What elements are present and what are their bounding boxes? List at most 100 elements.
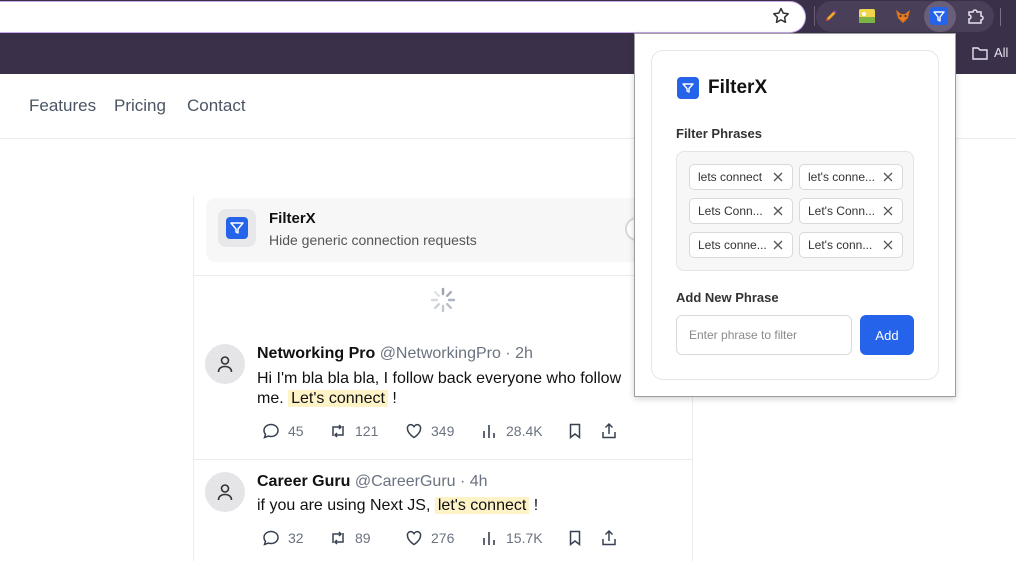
tweet-actions: 32 89 276 15.7K	[262, 529, 618, 547]
close-icon[interactable]	[772, 171, 784, 183]
bookmark-button[interactable]	[566, 529, 600, 547]
heart-icon	[406, 423, 422, 439]
divider	[193, 275, 693, 276]
phrase-chip-label: Let's Conn...	[808, 204, 875, 218]
share-button[interactable]	[600, 529, 618, 547]
tweet-text: if you are using Next JS, let's connect …	[257, 496, 538, 516]
tweet-text: Hi I'm bla bla bla, I follow back everyo…	[257, 369, 621, 409]
puzzle-icon[interactable]	[966, 6, 986, 26]
retweet-icon	[332, 424, 344, 438]
fox-icon[interactable]	[893, 6, 913, 26]
tweet-text-suffix: !	[392, 390, 397, 407]
retweet-button[interactable]: 121	[329, 422, 405, 440]
phrase-input[interactable]	[676, 315, 852, 355]
phrase-chip-label: let's conne...	[808, 170, 875, 184]
divider	[193, 459, 693, 460]
tweet-header: Networking Pro @NetworkingPro · 2h	[257, 345, 533, 363]
share-button[interactable]	[600, 422, 618, 440]
retweet-button[interactable]: 89	[329, 529, 405, 547]
highlighted-phrase: let's connect	[434, 497, 530, 514]
nav-link-contact[interactable]: Contact	[187, 96, 246, 116]
tweet-actions: 45 121 349 28.4K	[262, 422, 618, 440]
popup-title: FilterX	[708, 77, 768, 98]
views-button[interactable]: 15.7K	[480, 529, 566, 547]
banner-subtitle: Hide generic connection requests	[269, 232, 477, 248]
filter-phrases-label: Filter Phrases	[676, 126, 762, 141]
bookmark-star-icon[interactable]	[771, 6, 791, 26]
phrase-chip: Lets Conn...	[689, 198, 793, 224]
tweet-text-line: Hi I'm bla bla bla, I follow back everyo…	[257, 370, 622, 387]
reply-count: 32	[288, 530, 304, 546]
analytics-icon	[483, 532, 495, 545]
nav-link-features[interactable]: Features	[29, 96, 96, 116]
tweet-text-suffix: !	[533, 497, 539, 514]
image-extension-icon[interactable]	[857, 6, 877, 26]
add-button[interactable]: Add	[860, 315, 914, 355]
user-icon	[217, 484, 233, 501]
tweet-header: Career Guru @CareerGuru · 4h	[257, 473, 488, 491]
close-icon[interactable]	[882, 171, 894, 183]
share-icon	[602, 529, 616, 546]
bookmark-button[interactable]	[566, 422, 600, 440]
like-count: 276	[431, 530, 455, 546]
tweet-text-prefix: if you are using Next JS,	[257, 497, 431, 514]
like-button[interactable]: 349	[405, 422, 480, 440]
bookmarks-folder[interactable]: All	[972, 45, 1008, 60]
phrase-chip-label: lets connect	[698, 170, 763, 184]
phrase-chip: Let's conn...	[799, 232, 903, 258]
reply-count: 45	[288, 423, 304, 439]
extension-banner	[206, 198, 646, 262]
user-icon	[217, 356, 233, 373]
phrase-chip: let's conne...	[799, 164, 903, 190]
phrase-chip-label: Lets conne...	[698, 238, 767, 252]
pencil-icon[interactable]	[821, 6, 841, 26]
bookmark-icon	[569, 423, 581, 440]
tweet-author-name[interactable]: Networking Pro	[257, 345, 375, 362]
analytics-icon	[483, 425, 495, 438]
phrase-chip: lets connect	[689, 164, 793, 190]
toolbar-separator	[1000, 8, 1001, 26]
folder-icon	[972, 46, 988, 60]
tweet-meta: @CareerGuru · 4h	[354, 473, 488, 490]
retweet-count: 121	[355, 423, 379, 439]
retweet-count: 89	[355, 530, 371, 546]
views-count: 15.7K	[506, 530, 543, 546]
reply-icon	[263, 530, 279, 546]
phrase-chip: Let's Conn...	[799, 198, 903, 224]
phrase-chip-label: Lets Conn...	[698, 204, 763, 218]
views-button[interactable]: 28.4K	[480, 422, 566, 440]
tweet-meta: @NetworkingPro · 2h	[379, 345, 533, 362]
toolbar-separator	[814, 6, 815, 26]
heart-icon	[406, 530, 422, 546]
phrase-chip-label: Let's conn...	[808, 238, 873, 252]
close-icon[interactable]	[882, 239, 894, 251]
nav-link-pricing[interactable]: Pricing	[114, 96, 166, 116]
retweet-icon	[332, 531, 344, 545]
filterx-icon[interactable]	[929, 6, 949, 26]
highlighted-phrase: Let's connect	[288, 390, 388, 407]
like-count: 349	[431, 423, 455, 439]
reply-button[interactable]: 32	[262, 529, 329, 547]
address-bar[interactable]	[0, 1, 806, 33]
bookmark-icon	[569, 530, 581, 547]
tweet-text-line: me. Let's connect !	[257, 389, 621, 409]
views-count: 28.4K	[506, 423, 543, 439]
avatar[interactable]	[205, 472, 245, 512]
avatar[interactable]	[205, 344, 245, 384]
close-icon[interactable]	[772, 205, 784, 217]
like-button[interactable]: 276	[405, 529, 480, 547]
tweet-text-prefix: me.	[257, 390, 284, 407]
filter-icon	[218, 209, 256, 247]
loading-spinner-icon	[430, 287, 456, 313]
reply-button[interactable]: 45	[262, 422, 329, 440]
close-icon[interactable]	[882, 205, 894, 217]
share-icon	[602, 422, 616, 439]
close-icon[interactable]	[772, 239, 784, 251]
banner-title: FilterX	[269, 210, 316, 227]
tweet-author-name[interactable]: Career Guru	[257, 473, 350, 490]
bookmarks-folder-label: All	[994, 45, 1009, 60]
filter-icon	[677, 77, 699, 99]
add-phrase-label: Add New Phrase	[676, 290, 779, 305]
tweet-text-line: if you are using Next JS, let's connect …	[257, 496, 538, 516]
reply-icon	[263, 423, 279, 439]
